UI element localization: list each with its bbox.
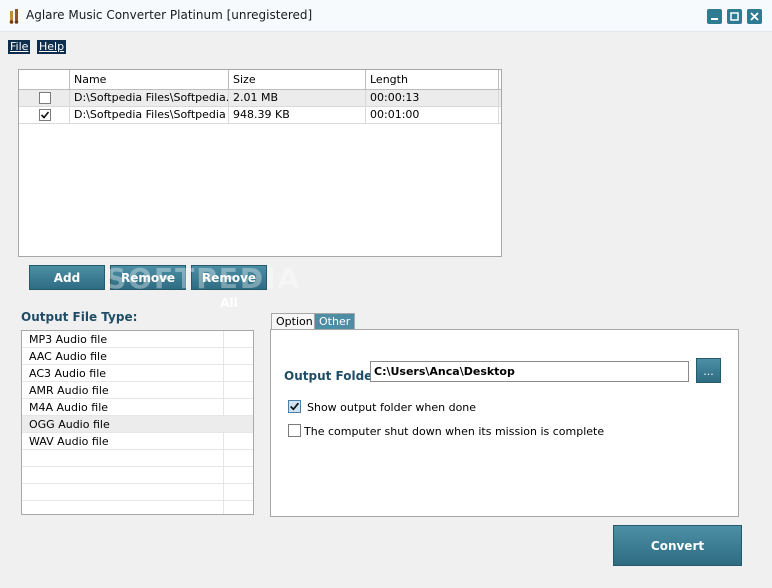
list-item-empty (22, 484, 253, 501)
file-list-header: Name Size Length (19, 70, 501, 90)
minimize-button[interactable] (707, 9, 722, 24)
column-header-size[interactable]: Size (229, 70, 366, 90)
table-row[interactable]: D:\Softpedia Files\Softpedia Slideshow.m… (19, 107, 501, 124)
row-length: 00:00:13 (366, 90, 499, 107)
watermark: SOFTPEDIA (106, 262, 302, 295)
checkmark-icon (290, 402, 300, 411)
row-length: 00:01:00 (366, 107, 499, 124)
close-button[interactable] (747, 9, 762, 24)
menu-bar: File Help (0, 38, 772, 56)
column-header-length[interactable]: Length (366, 70, 499, 90)
window-title: Aglare Music Converter Platinum [unregis… (26, 8, 313, 22)
close-icon (750, 12, 759, 21)
add-button[interactable]: Add (29, 265, 105, 290)
show-output-folder-label[interactable]: Show output folder when done (307, 401, 476, 414)
app-logo-icon (9, 9, 19, 24)
list-item-ogg[interactable]: OGG Audio file (22, 416, 253, 433)
list-item-wav[interactable]: WAV Audio file (22, 433, 253, 450)
row-name: D:\Softpedia Files\Softpedia Slideshow.m… (70, 107, 229, 124)
maximize-icon (730, 12, 739, 21)
show-output-folder-checkbox[interactable] (288, 400, 301, 413)
list-item-amr[interactable]: AMR Audio file (22, 382, 253, 399)
row-name: D:\Softpedia Files\Softpedia.mp3 (70, 90, 229, 107)
menu-file[interactable]: File (8, 40, 31, 54)
column-header-check[interactable] (19, 70, 70, 90)
options-panel (270, 329, 739, 517)
list-item-label: AC3 Audio file (29, 367, 107, 380)
table-row[interactable]: D:\Softpedia Files\Softpedia.mp3 2.01 MB… (19, 90, 501, 107)
row-checkbox[interactable] (39, 109, 51, 121)
list-item-label: M4A Audio file (29, 401, 109, 414)
row-checkbox[interactable] (39, 92, 51, 104)
list-item-label: MP3 Audio file (29, 333, 108, 346)
row-size: 948.39 KB (229, 107, 366, 124)
tab-other[interactable]: Other (314, 313, 356, 330)
minimize-icon (711, 18, 718, 20)
column-header-name[interactable]: Name (70, 70, 229, 90)
checkmark-icon (40, 111, 50, 119)
file-list[interactable]: Name Size Length D:\Softpedia Files\Soft… (18, 69, 502, 257)
list-item-m4a[interactable]: M4A Audio file (22, 399, 253, 416)
title-bar: Aglare Music Converter Platinum [unregis… (0, 0, 772, 32)
list-item-label: OGG Audio file (29, 418, 110, 431)
list-item-aac[interactable]: AAC Audio file (22, 348, 253, 365)
convert-button[interactable]: Convert (613, 525, 742, 566)
output-file-type-label: Output File Type: (21, 310, 138, 324)
output-file-type-list[interactable]: MP3 Audio file AAC Audio file AC3 Audio … (21, 330, 254, 515)
output-folder-label: Output Folder: (284, 369, 384, 383)
list-item-label: AMR Audio file (29, 384, 109, 397)
row-check-cell (19, 107, 70, 124)
maximize-button[interactable] (727, 9, 742, 24)
row-check-cell (19, 90, 70, 107)
row-size: 2.01 MB (229, 90, 366, 107)
list-item-empty (22, 467, 253, 484)
tab-option[interactable]: Option (271, 313, 318, 330)
shutdown-label[interactable]: The computer shut down when its mission … (304, 425, 604, 438)
shutdown-checkbox[interactable] (288, 424, 301, 437)
list-item-label: WAV Audio file (29, 435, 109, 448)
browse-button[interactable]: ... (696, 358, 721, 383)
list-item-mp3[interactable]: MP3 Audio file (22, 331, 253, 348)
list-item-empty (22, 450, 253, 467)
menu-help[interactable]: Help (37, 40, 67, 54)
list-item-label: AAC Audio file (29, 350, 107, 363)
output-folder-input[interactable]: C:\Users\Anca\Desktop (370, 361, 689, 382)
list-item-ac3[interactable]: AC3 Audio file (22, 365, 253, 382)
